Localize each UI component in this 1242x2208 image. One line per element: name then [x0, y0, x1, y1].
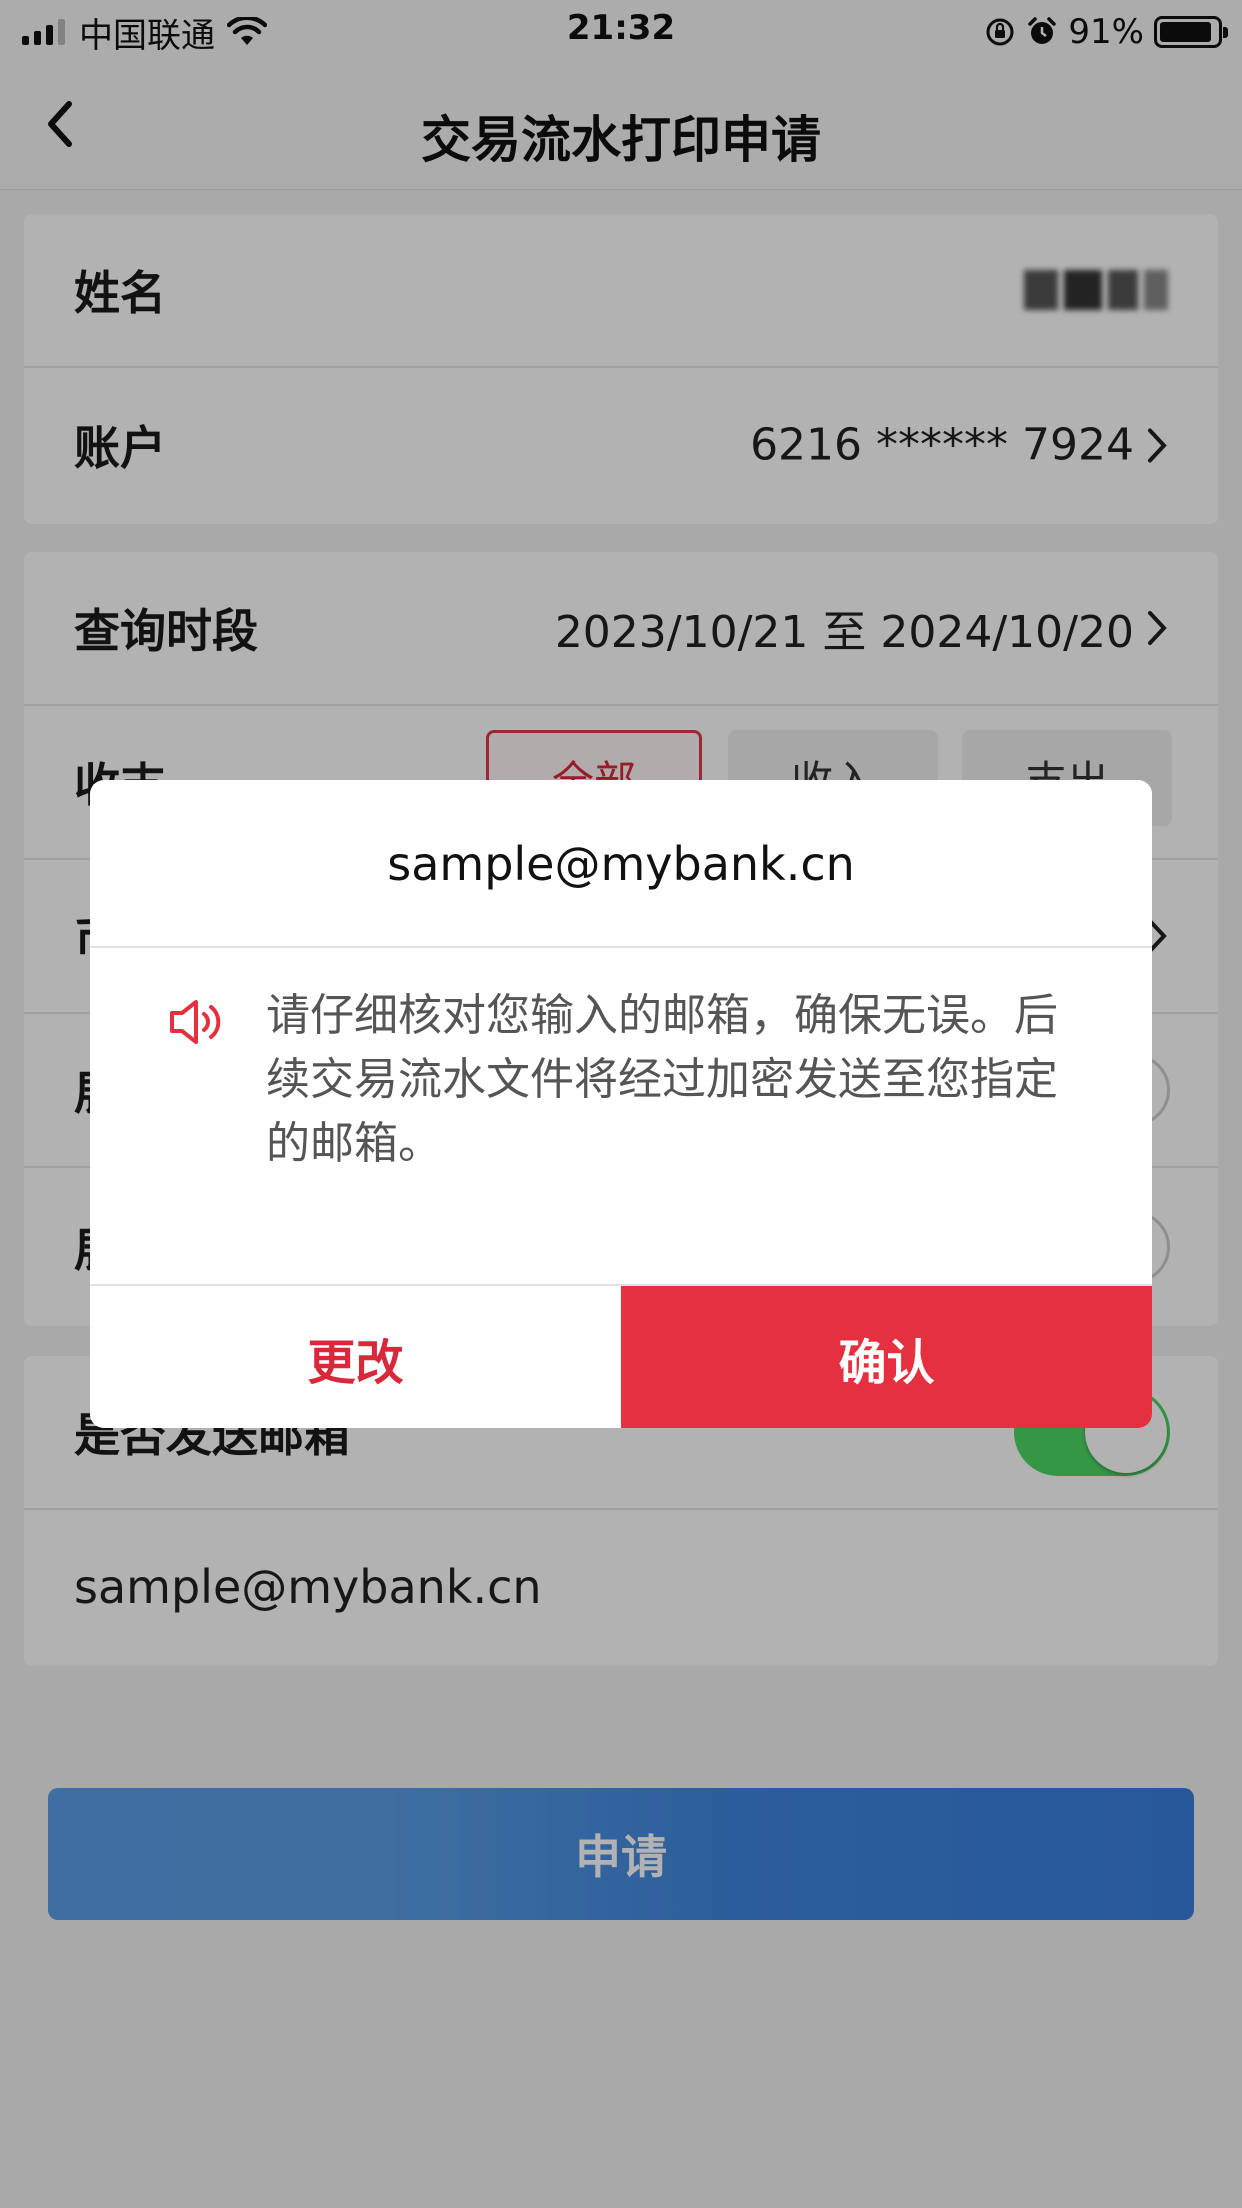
confirm-email-dialog: sample@mybank.cn 请仔细核对您输入的邮箱，确保无误。后续交易流水… — [90, 780, 1152, 1428]
speaker-icon — [170, 1000, 221, 1044]
dialog-body: 请仔细核对您输入的邮箱，确保无误。后续交易流水文件将经过加密发送至您指定的邮箱。 — [90, 950, 1152, 1264]
dialog-email: sample@mybank.cn — [90, 780, 1152, 948]
change-button[interactable]: 更改 — [90, 1286, 621, 1428]
confirm-button[interactable]: 确认 — [621, 1286, 1152, 1428]
dialog-message: 请仔细核对您输入的邮箱，确保无误。后续交易流水文件将经过加密发送至您指定的邮箱。 — [266, 990, 1058, 1169]
dialog-buttons: 更改 确认 — [90, 1284, 1152, 1428]
